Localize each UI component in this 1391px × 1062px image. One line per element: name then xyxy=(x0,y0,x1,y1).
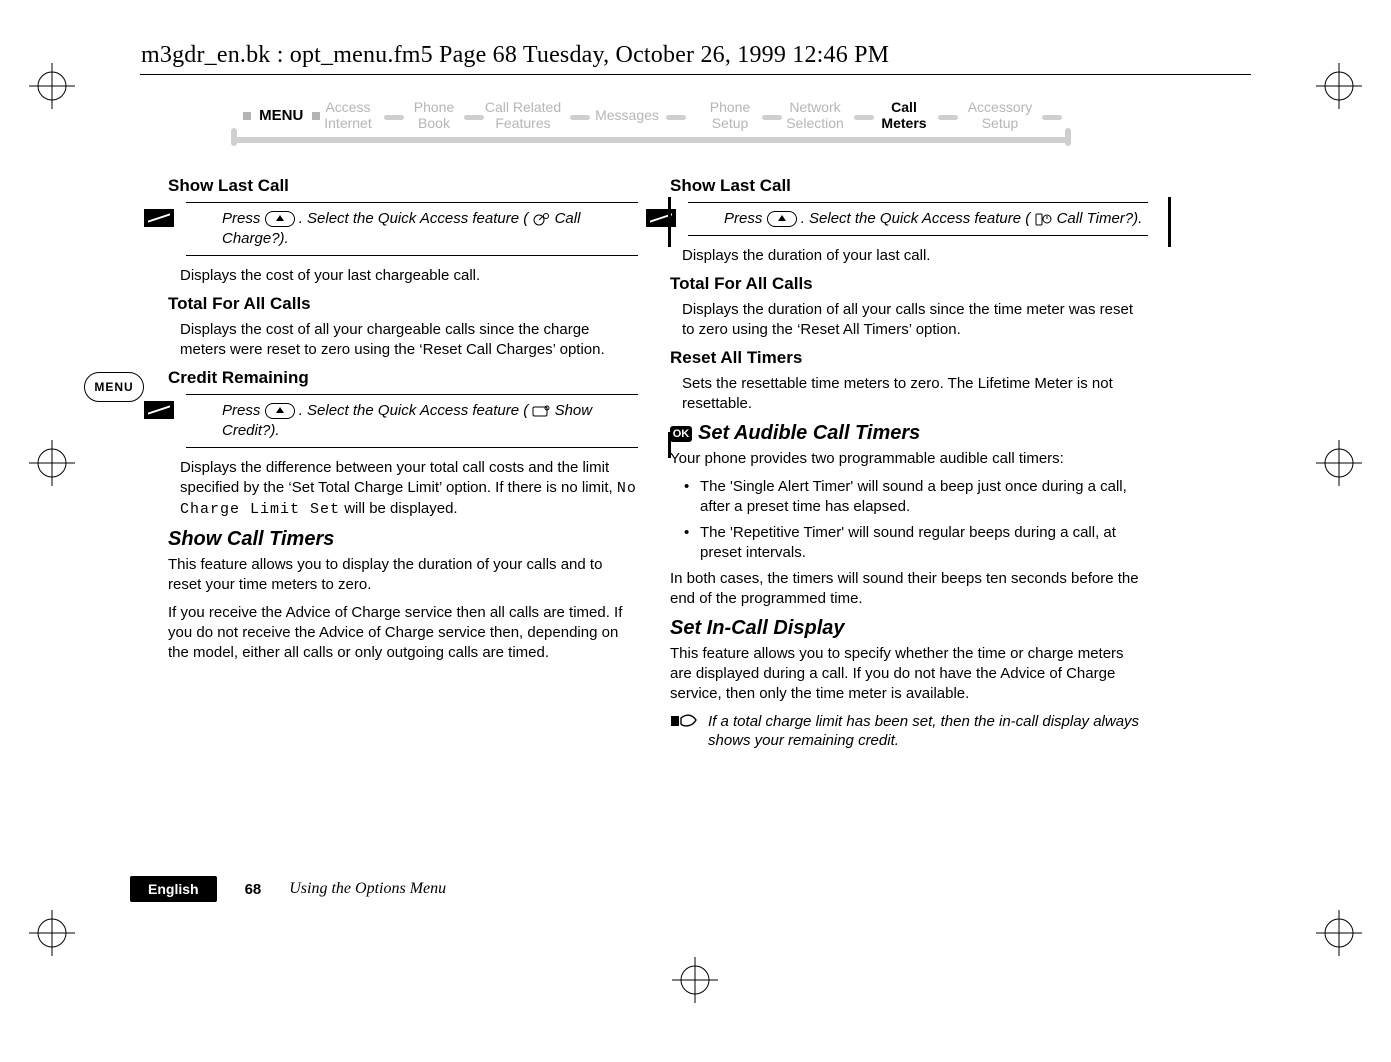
registration-mark-icon xyxy=(1316,440,1362,486)
nav-item-active: CallMeters xyxy=(876,99,932,131)
nav-rail-end xyxy=(1065,128,1071,146)
nav-item: NetworkSelection xyxy=(780,99,850,131)
nav-rail xyxy=(231,137,1071,143)
registration-mark-icon xyxy=(29,440,75,486)
qa-text: Press xyxy=(222,402,265,419)
qa-text: Call Timer?). xyxy=(1057,210,1143,227)
left-column: Show Last Call Press . Select the Quick … xyxy=(168,176,638,671)
body-text: This feature allows you to display the d… xyxy=(168,555,638,595)
nav-item: Messages xyxy=(592,107,662,123)
quick-access-icon xyxy=(144,209,174,227)
heading-show-call-timers: Show Call Timers xyxy=(168,528,638,551)
quick-access-box: Press . Select the Quick Access feature … xyxy=(186,394,638,448)
body-text: In both cases, the timers will sound the… xyxy=(670,569,1148,609)
body-text: Displays the duration of your last call. xyxy=(682,246,1148,266)
nav-item: Call RelatedFeatures xyxy=(480,99,566,131)
registration-mark-icon xyxy=(1316,910,1362,956)
page-number: 68 xyxy=(245,881,262,898)
page-footer: English 68 Using the Options Menu xyxy=(130,876,446,902)
heading-show-last-call: Show Last Call xyxy=(168,176,638,196)
nav-item: PhoneSetup xyxy=(702,99,758,131)
list-item: The 'Single Alert Timer' will sound a be… xyxy=(684,477,1148,517)
quick-access-icon xyxy=(646,209,676,227)
heading-credit: Credit Remaining xyxy=(168,368,638,388)
qa-text: . Select the Quick Access feature ( xyxy=(299,210,529,227)
body-text: This feature allows you to specify wheth… xyxy=(670,644,1148,704)
quick-access-box: Press . Select the Quick Access feature … xyxy=(688,202,1148,236)
change-bar-icon xyxy=(1168,197,1171,247)
heading-show-last-call: Show Last Call xyxy=(670,176,1148,196)
heading-reset: Reset All Timers xyxy=(670,348,1148,368)
phone-timer-icon xyxy=(1034,212,1052,226)
change-bar-icon xyxy=(668,432,671,458)
ok-badge-icon: OK xyxy=(670,426,692,442)
heading-set-in-call-display: Set In-Call Display xyxy=(670,617,1148,640)
note-block: If a total charge limit has been set, th… xyxy=(670,712,1148,750)
body-text: Displays the difference between your tot… xyxy=(180,458,638,520)
menu-label: MENU xyxy=(243,107,320,124)
quick-access-icon xyxy=(144,401,174,419)
heading-total: Total For All Calls xyxy=(670,274,1148,294)
nav-rail-end xyxy=(231,128,237,146)
body-text: Displays the cost of your last chargeabl… xyxy=(180,266,638,286)
note-text: If a total charge limit has been set, th… xyxy=(708,712,1148,750)
quick-access-box: Press . Select the Quick Access feature … xyxy=(186,202,638,256)
heading-total: Total For All Calls xyxy=(168,294,638,314)
language-badge: English xyxy=(130,876,217,902)
body-text: Your phone provides two programmable aud… xyxy=(670,449,1148,469)
body-text: Displays the duration of all your calls … xyxy=(682,300,1148,340)
registration-mark-icon xyxy=(1316,63,1362,109)
nav-item: PhoneBook xyxy=(406,99,462,131)
registration-mark-icon xyxy=(672,957,718,1003)
registration-mark-icon xyxy=(29,63,75,109)
menu-label-text: MENU xyxy=(259,107,303,124)
change-bar-icon xyxy=(668,197,671,247)
chapter-title: Using the Options Menu xyxy=(289,880,446,898)
card-icon xyxy=(532,404,550,418)
square-bullet-icon xyxy=(243,112,251,120)
running-head: m3gdr_en.bk : opt_menu.fm5 Page 68 Tuesd… xyxy=(141,42,889,69)
heading-set-audible-call-timers: OKSet Audible Call Timers xyxy=(670,422,1148,445)
side-menu-badge: MENU xyxy=(84,372,144,402)
up-key-icon xyxy=(265,209,295,229)
body-text: If you receive the Advice of Charge serv… xyxy=(168,603,638,663)
meter-icon xyxy=(532,212,550,226)
menu-path-strip: MENU AccessInternet PhoneBook Call Relat… xyxy=(222,93,1069,163)
nav-item: AccessInternet xyxy=(318,99,378,131)
list-item: The 'Repetitive Timer' will sound regula… xyxy=(684,523,1148,563)
qa-text: . Select the Quick Access feature ( xyxy=(801,210,1031,227)
header-rule xyxy=(140,74,1251,75)
qa-text: Press xyxy=(724,210,767,227)
body-text: Sets the resettable time meters to zero.… xyxy=(682,374,1148,414)
nav-item: AccessorySetup xyxy=(962,99,1038,131)
qa-text: . Select the Quick Access feature ( xyxy=(299,402,529,419)
registration-mark-icon xyxy=(29,910,75,956)
bullet-list: The 'Single Alert Timer' will sound a be… xyxy=(684,477,1148,563)
right-column: Show Last Call Press . Select the Quick … xyxy=(670,176,1148,750)
qa-text: Press xyxy=(222,210,265,227)
up-key-icon xyxy=(265,401,295,421)
up-key-icon xyxy=(767,209,797,229)
note-hand-icon xyxy=(670,712,698,730)
body-text: Displays the cost of all your chargeable… xyxy=(180,320,638,360)
